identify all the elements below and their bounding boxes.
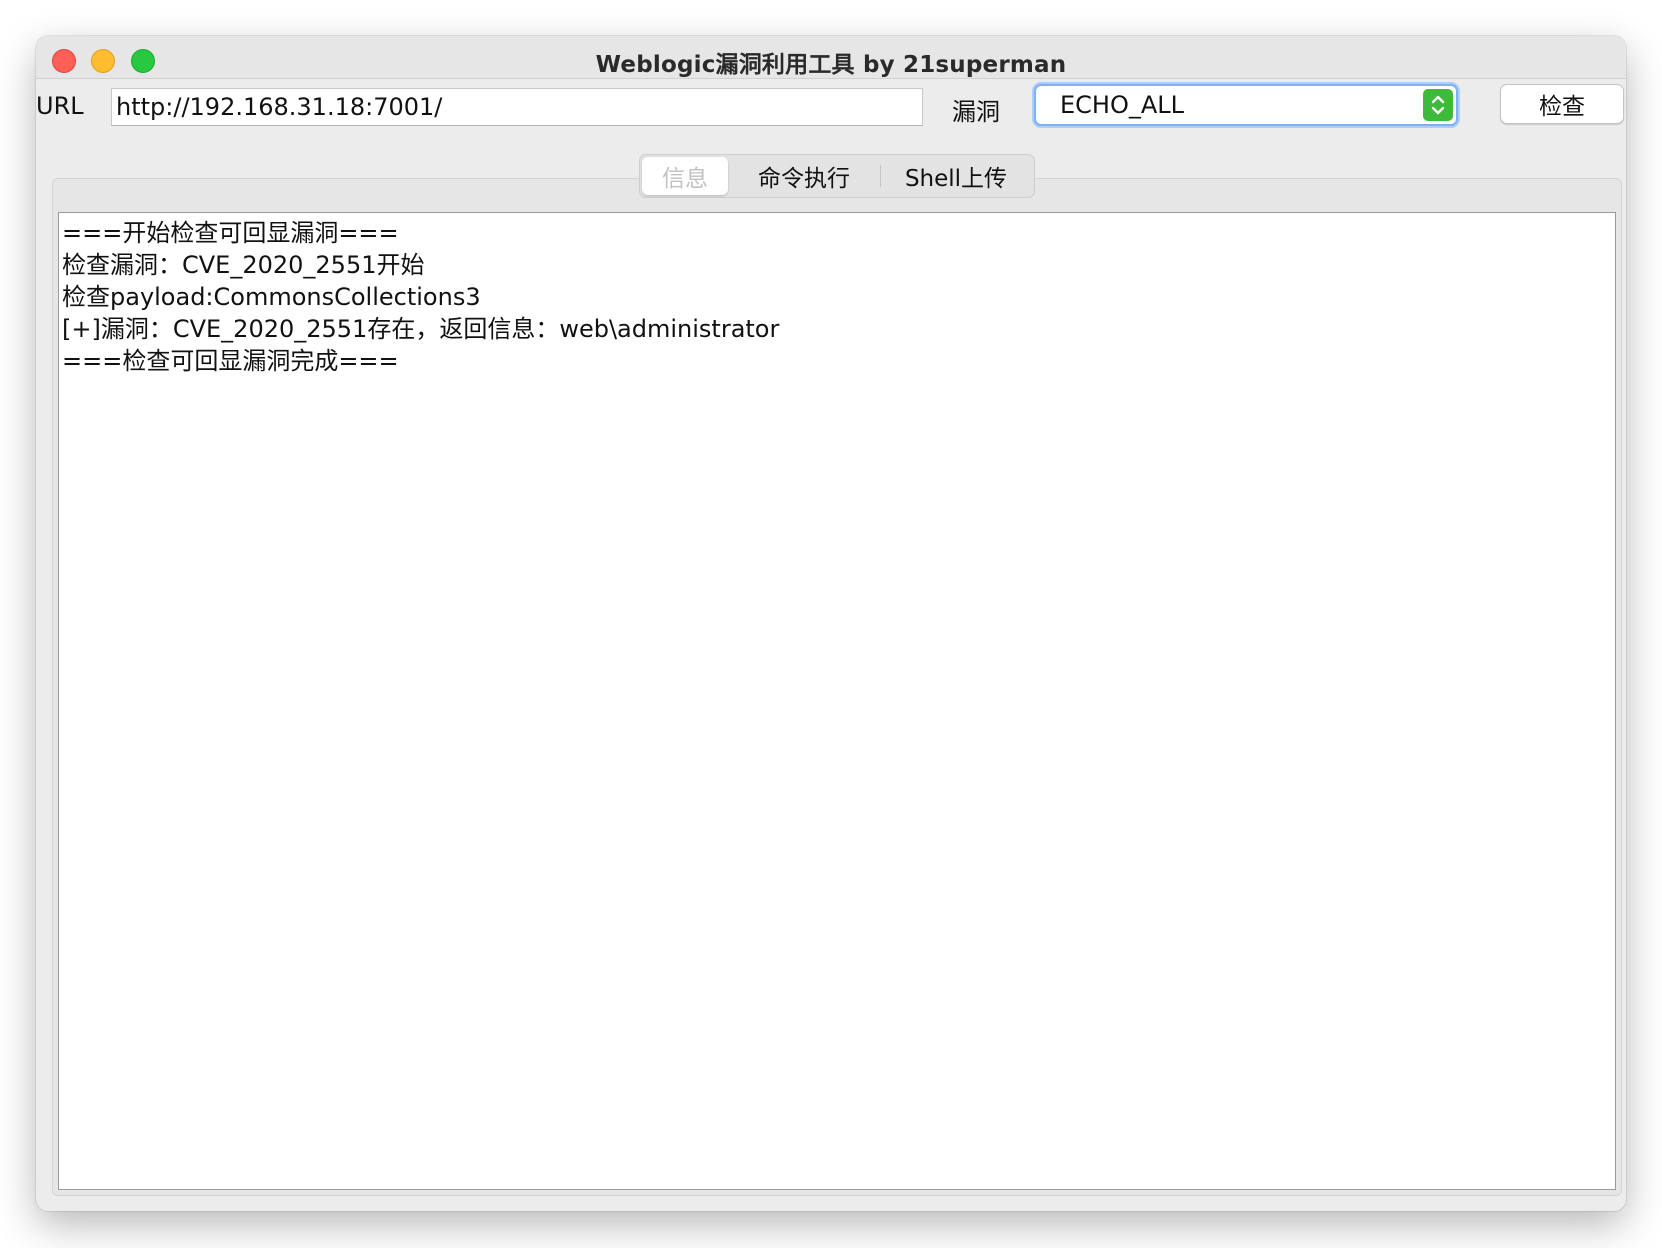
vulnerability-label: 漏洞 [952, 98, 1000, 126]
check-button[interactable]: 检查 [1500, 84, 1624, 124]
output-textarea[interactable]: ===开始检查可回显漏洞=== 检查漏洞：CVE_2020_2551开始 检查p… [58, 212, 1616, 1190]
tab-command-exec[interactable]: 命令执行 [728, 157, 880, 195]
tab-shell-upload[interactable]: Shell上传 [881, 157, 1031, 195]
tab-bar: 信息 命令执行 Shell上传 [639, 154, 1035, 198]
log-line: ===检查可回显漏洞完成=== [62, 347, 399, 375]
url-input[interactable] [111, 88, 923, 126]
log-line: 检查payload:CommonsCollections3 [62, 283, 481, 311]
title-bar[interactable]: Weblogic漏洞利用工具 by 21superman [36, 36, 1626, 79]
log-line: ===开始检查可回显漏洞=== [62, 219, 399, 247]
vulnerability-select[interactable]: ECHO_ALL [1034, 84, 1458, 126]
log-line: [+]漏洞：CVE_2020_2551存在，返回信息：web\administr… [62, 315, 780, 343]
vulnerability-select-value: ECHO_ALL [1060, 91, 1185, 119]
updown-chevron-icon[interactable] [1423, 89, 1453, 121]
url-label: URL [36, 92, 84, 120]
app-window: Weblogic漏洞利用工具 by 21superman URL 漏洞 ECHO… [36, 36, 1626, 1211]
tab-info[interactable]: 信息 [642, 157, 728, 195]
window-title: Weblogic漏洞利用工具 by 21superman [595, 52, 1067, 78]
log-line: 检查漏洞：CVE_2020_2551开始 [62, 251, 425, 279]
